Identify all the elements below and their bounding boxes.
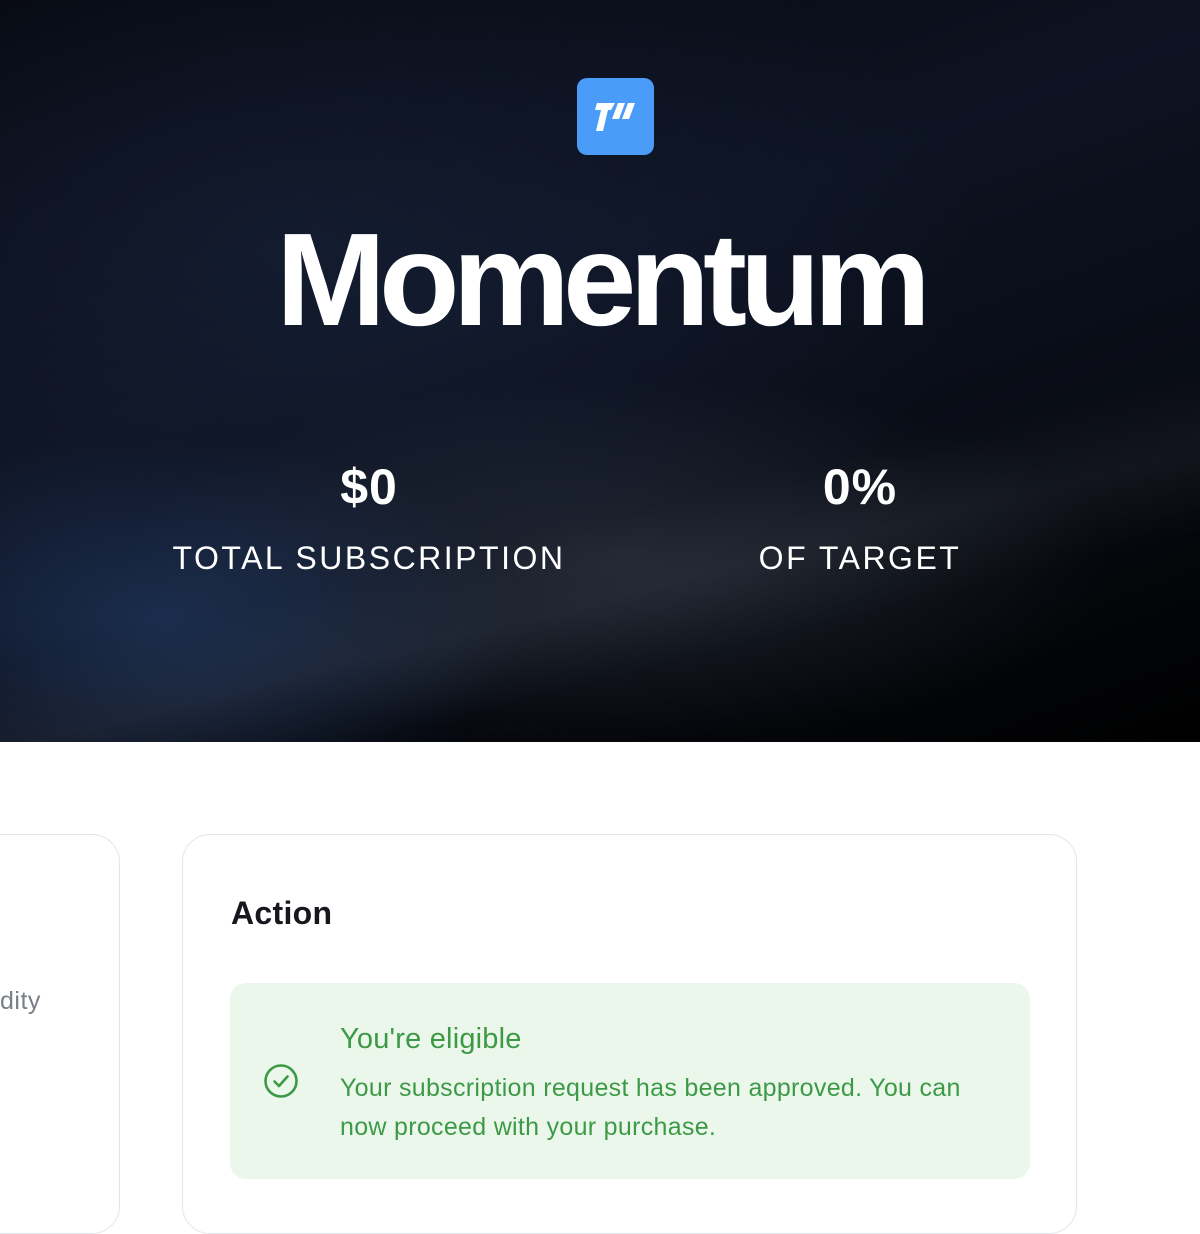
alert-title: You're eligible (340, 1023, 522, 1055)
stat-label: TOTAL SUBSCRIPTION (172, 540, 566, 576)
stat-value: 0% (822, 459, 898, 515)
action-card-title: Action (231, 895, 333, 931)
hero-banner: Momentum $0 TOTAL SUBSCRIPTION 0% OF TAR… (0, 0, 1200, 742)
stat-label: OF TARGET (758, 540, 962, 576)
action-card: Action You're eligible Your subscription… (182, 834, 1077, 1234)
info-card (0, 834, 120, 1234)
stat-total-subscription: $0 TOTAL SUBSCRIPTION (149, 462, 589, 574)
stat-value: $0 (340, 459, 398, 515)
info-card-text: dity (0, 987, 41, 1015)
page-title: Momentum (276, 206, 931, 353)
momentum-logo-icon (577, 78, 654, 155)
check-circle-icon (263, 1063, 299, 1099)
stat-of-target: 0% OF TARGET (640, 462, 1080, 574)
alert-message: Your subscription request has been appro… (340, 1074, 961, 1141)
eligibility-alert: You're eligible Your subscription reques… (230, 983, 1030, 1179)
